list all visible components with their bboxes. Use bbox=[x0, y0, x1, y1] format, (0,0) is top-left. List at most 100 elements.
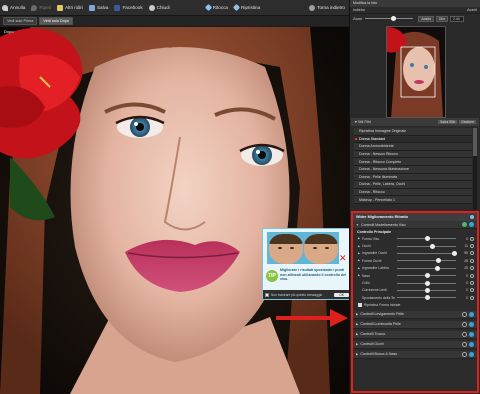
save-style-button[interactable]: Salva Stile bbox=[438, 120, 458, 124]
toggle-icon[interactable] bbox=[462, 321, 467, 327]
undo-button[interactable]: Annulla bbox=[2, 4, 25, 11]
slider-knob[interactable] bbox=[424, 273, 430, 279]
reset-icon[interactable] bbox=[470, 288, 475, 293]
reset-icon[interactable] bbox=[470, 244, 475, 249]
section-header[interactable]: ▶ Controlli Trucco bbox=[353, 330, 477, 339]
tab-after-only[interactable]: Vedi solo Dopo bbox=[39, 17, 73, 25]
slider-value[interactable]: 0 bbox=[458, 296, 468, 300]
expand-icon[interactable]: ▶ bbox=[358, 237, 360, 240]
info-icon[interactable] bbox=[469, 311, 474, 317]
slider-value[interactable]: 0 bbox=[458, 288, 468, 292]
slider-track[interactable] bbox=[397, 295, 457, 301]
preset-item[interactable]: Donna - Pelle Illuminata bbox=[354, 173, 472, 182]
slider-value[interactable]: 28 bbox=[458, 259, 468, 263]
facebook-button[interactable]: Facebook bbox=[114, 4, 143, 11]
reset-icon[interactable] bbox=[470, 295, 475, 300]
info-icon[interactable] bbox=[469, 321, 474, 327]
preset-item[interactable]: Donna - Nessun Ritocco bbox=[354, 150, 472, 159]
expand-icon[interactable]: ▶ bbox=[358, 274, 360, 277]
dont-show-checkbox[interactable] bbox=[265, 292, 269, 297]
reset-icon[interactable] bbox=[470, 236, 475, 241]
info-icon[interactable] bbox=[469, 351, 474, 357]
slider-track[interactable] bbox=[397, 287, 457, 293]
enabled-icon[interactable] bbox=[462, 222, 467, 227]
save-button[interactable]: Salva bbox=[88, 4, 108, 11]
slider-value[interactable]: 11 bbox=[458, 244, 469, 248]
zoom-slider[interactable] bbox=[365, 16, 414, 21]
slider-value[interactable]: 0 bbox=[458, 274, 468, 278]
info-icon[interactable] bbox=[469, 222, 474, 227]
reset-icon[interactable] bbox=[470, 251, 475, 256]
open-button[interactable]: Altri ridiri bbox=[57, 4, 83, 11]
expand-icon[interactable]: ▶ bbox=[358, 267, 360, 270]
navigator-thumbnail[interactable] bbox=[386, 26, 446, 118]
slider-track[interactable] bbox=[397, 265, 457, 271]
info-icon[interactable] bbox=[469, 331, 474, 337]
retouch-button[interactable]: Ritocca bbox=[204, 3, 228, 12]
close-button[interactable]: Chiudi bbox=[148, 4, 170, 11]
zoom-fit-button[interactable]: Adatta bbox=[418, 15, 434, 22]
slider-track[interactable] bbox=[397, 250, 458, 256]
preset-item[interactable]: Donna - Nessuna Illuminazione bbox=[354, 165, 472, 174]
slider-knob[interactable] bbox=[430, 243, 436, 249]
slider-track[interactable] bbox=[397, 258, 457, 264]
preset-item[interactable]: Ripristina Immagine Originale bbox=[354, 128, 472, 136]
slider-knob[interactable] bbox=[434, 265, 440, 271]
slider-knob[interactable] bbox=[435, 258, 441, 264]
redo-button[interactable]: Ripeti bbox=[31, 4, 51, 11]
reset-icon[interactable] bbox=[470, 281, 475, 286]
reset-icon[interactable] bbox=[470, 258, 475, 263]
reset-shape-checkbox[interactable] bbox=[358, 303, 362, 308]
tab-before-only[interactable]: Vedi solo Prima bbox=[3, 17, 38, 25]
face-controls-header[interactable]: ▼ Controlli Modellamento Viso bbox=[353, 221, 477, 229]
preset-item[interactable]: Donna - Pelle, Labbra, Occhi bbox=[354, 181, 472, 189]
preset-item[interactable]: Donna Ammorbidente bbox=[354, 143, 472, 151]
photo-canvas[interactable]: Dopo bbox=[0, 27, 349, 394]
toggle-icon[interactable] bbox=[462, 341, 467, 347]
slider-value[interactable]: 25 bbox=[458, 266, 468, 270]
section-header[interactable]: ▶ Controlli Occhi bbox=[353, 340, 477, 349]
reset-icon[interactable] bbox=[470, 266, 475, 271]
slider-track[interactable] bbox=[397, 236, 457, 242]
expand-icon[interactable]: ▶ bbox=[358, 245, 360, 248]
toggle-icon[interactable] bbox=[462, 331, 467, 337]
slider-knob[interactable] bbox=[424, 295, 430, 301]
section-header[interactable]: ▶ Controlli Bocca & Naso bbox=[353, 350, 477, 359]
preset-item[interactable]: Makeup - Pennellato 1 bbox=[354, 196, 472, 204]
section-header[interactable]: ▶ Controlli Levigamento Pelle bbox=[353, 310, 477, 319]
preset-item[interactable]: Donna - Ritocco bbox=[354, 188, 472, 197]
section-header[interactable]: ▶ Controlli Luminosità Pelle bbox=[353, 320, 477, 329]
slider-track[interactable] bbox=[397, 273, 457, 279]
slider-value[interactable]: 0 bbox=[458, 237, 468, 241]
preset-scrollbar-thumb[interactable] bbox=[473, 128, 477, 156]
zoom-actual-button[interactable]: Dim bbox=[436, 15, 449, 22]
toggle-icon[interactable] bbox=[462, 311, 467, 317]
reset-shape-row[interactable]: Ripristina Forma Iniziale bbox=[353, 302, 477, 309]
expand-icon[interactable]: ▶ bbox=[358, 259, 360, 262]
slider-track[interactable] bbox=[397, 280, 457, 286]
reset-icon[interactable] bbox=[470, 273, 475, 278]
zoom-value-input[interactable]: 2.44 bbox=[450, 15, 465, 22]
slider-knob[interactable] bbox=[452, 250, 458, 256]
navigator-forward[interactable]: Avanti bbox=[467, 8, 477, 12]
preset-item[interactable]: Donna - Ritocco Completo bbox=[354, 158, 472, 166]
zoom-slider-knob[interactable] bbox=[391, 16, 397, 21]
back-button[interactable]: Torna indietro bbox=[309, 4, 345, 11]
slider-knob[interactable] bbox=[424, 280, 430, 286]
slider-value[interactable]: 99 bbox=[458, 251, 468, 255]
expand-icon[interactable]: ▶ bbox=[358, 252, 360, 255]
close-tip-icon[interactable]: ✕ bbox=[339, 253, 347, 264]
toggle-icon[interactable] bbox=[462, 351, 467, 357]
preset-item-selected[interactable]: Donna Standard bbox=[354, 135, 472, 144]
navigator-back[interactable]: Indietro bbox=[353, 8, 365, 12]
slider-knob[interactable] bbox=[424, 287, 430, 293]
restore-button[interactable]: Ripristina bbox=[232, 3, 260, 12]
preset-scrollbar[interactable] bbox=[473, 128, 477, 210]
slider-track[interactable] bbox=[397, 243, 457, 249]
manage-styles-button[interactable]: Gestione bbox=[459, 120, 476, 124]
tip-ok-button[interactable]: OK bbox=[334, 292, 349, 297]
slider-knob[interactable] bbox=[424, 236, 430, 242]
info-icon[interactable] bbox=[469, 341, 474, 347]
slider-value[interactable]: 0 bbox=[458, 281, 468, 285]
help-icon[interactable] bbox=[470, 215, 474, 219]
